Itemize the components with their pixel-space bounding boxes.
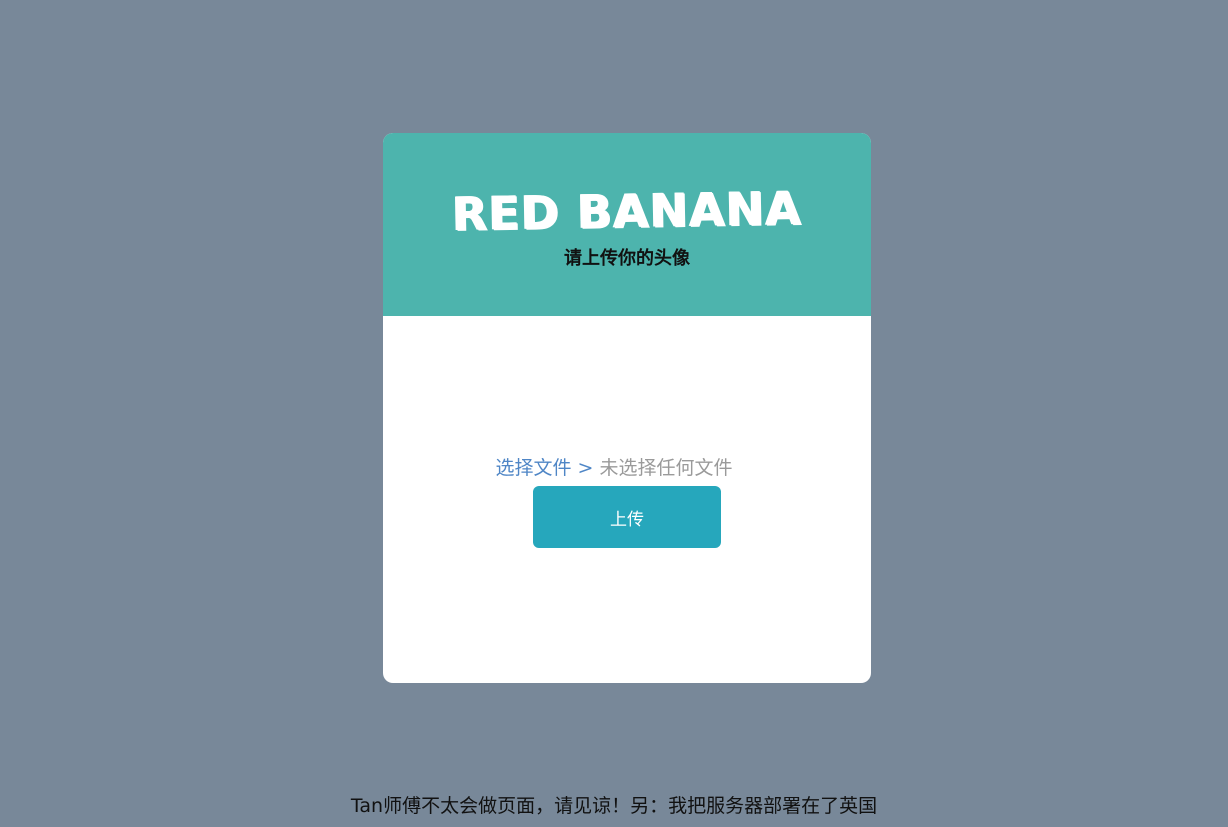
footer-note: Tan师傅不太会做页面，请见谅！另：我把服务器部署在了英国 <box>350 795 878 817</box>
card-header: RED BANANA 请上传你的头像 <box>383 133 871 316</box>
choose-file-button[interactable]: 选择文件 > <box>495 457 593 479</box>
file-status-text: 未选择任何文件 <box>599 457 733 479</box>
file-chooser: 选择文件 > 未选择任何文件 <box>0 455 1228 481</box>
brand-logo-text: RED BANANA <box>451 180 803 242</box>
upload-button[interactable]: 上传 <box>533 486 721 548</box>
upload-prompt: 请上传你的头像 <box>564 248 690 269</box>
upload-card: RED BANANA 请上传你的头像 <box>383 133 871 683</box>
